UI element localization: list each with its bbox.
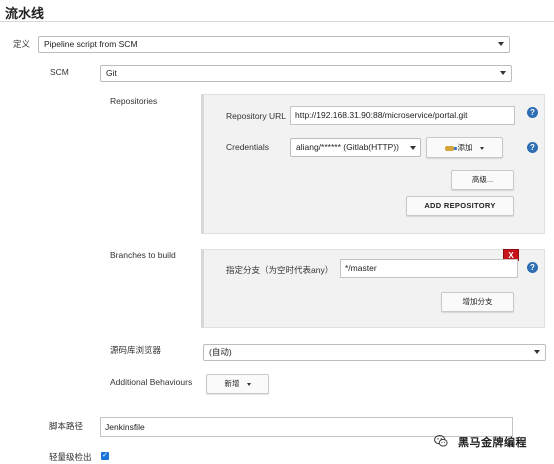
script-path-label: 脚本路径	[49, 421, 84, 431]
definition-select-value: Pipeline script from SCM	[44, 39, 138, 49]
add-behaviour-button[interactable]: 新增	[206, 374, 269, 394]
watermark-text: 黑马金牌编程	[458, 437, 527, 449]
advanced-button[interactable]: 高级...	[451, 170, 514, 190]
repo-browser-select[interactable]: (自动)	[203, 344, 546, 361]
branches-label: Branches to build	[110, 250, 176, 260]
credentials-label: Credentials	[226, 142, 269, 152]
add-credentials-button[interactable]: 添加	[426, 137, 503, 158]
repo-browser-select-value: (自动)	[209, 347, 232, 357]
chevron-down-icon	[479, 146, 484, 150]
scm-select[interactable]: Git	[100, 65, 512, 82]
scm-label: SCM	[50, 67, 69, 77]
branch-specifier-input[interactable]: */master	[340, 259, 518, 278]
repository-url-label: Repository URL	[226, 111, 286, 121]
credentials-select[interactable]: aliang/****** (Gitlab(HTTP))	[290, 138, 421, 157]
wechat-icon	[434, 435, 448, 447]
lightweight-checkout-label: 轻量级检出	[49, 452, 92, 462]
help-icon[interactable]: ?	[527, 142, 538, 153]
chevron-down-icon	[498, 42, 504, 46]
additional-behaviours-label: Additional Behaviours	[110, 377, 193, 387]
help-icon[interactable]: ?	[527, 262, 538, 273]
add-credentials-label: 添加	[457, 143, 473, 152]
script-path-input[interactable]: Jenkinsfile	[100, 417, 513, 437]
credentials-select-value: aliang/****** (Gitlab(HTTP))	[296, 142, 399, 152]
section-title: 流水线	[5, 6, 45, 21]
definition-label: 定义	[13, 39, 31, 49]
help-icon[interactable]: ?	[527, 107, 538, 118]
chevron-down-icon	[246, 382, 251, 386]
scm-select-value: Git	[106, 68, 117, 78]
add-behaviour-label: 新增	[224, 379, 240, 388]
repo-browser-label: 源码库浏览器	[110, 345, 162, 355]
definition-select[interactable]: Pipeline script from SCM	[38, 36, 510, 53]
chevron-down-icon	[500, 71, 506, 75]
add-repository-button[interactable]: ADD REPOSITORY	[406, 196, 514, 216]
branch-specifier-label: 指定分支（为空时代表any）	[226, 265, 334, 275]
section-divider	[0, 21, 554, 22]
add-branch-button[interactable]: 增加分支	[441, 292, 514, 312]
repository-url-input[interactable]: http://192.168.31.90:88/microservice/por…	[290, 106, 515, 125]
key-icon	[445, 145, 455, 151]
repositories-label: Repositories	[110, 96, 158, 106]
lightweight-checkout-checkbox[interactable]: ✓	[101, 452, 109, 460]
chevron-down-icon	[410, 146, 416, 150]
chevron-down-icon	[534, 350, 540, 354]
